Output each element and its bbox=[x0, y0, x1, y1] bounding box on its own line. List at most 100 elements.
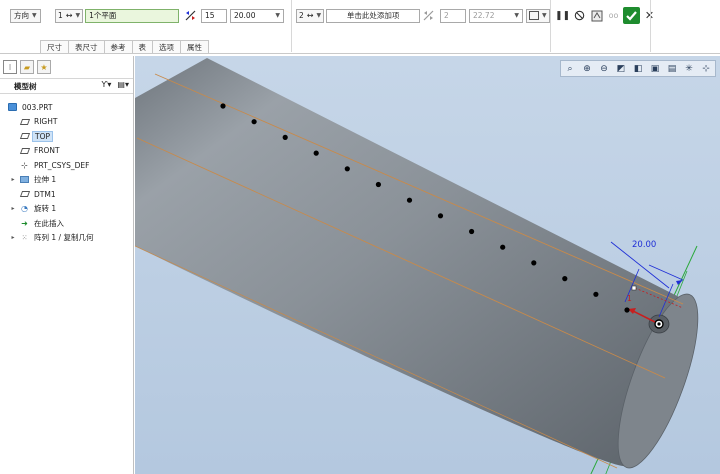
display-style-icon: ◧ bbox=[633, 64, 643, 74]
direction-1-count-dropdown[interactable]: 1 ↔ ▼ bbox=[55, 8, 84, 23]
direction-2-reference-field[interactable]: 单击此处添加项 bbox=[326, 8, 421, 23]
ok-button[interactable] bbox=[623, 7, 640, 24]
tree-item[interactable]: DTM1 bbox=[0, 187, 133, 202]
spacing-dimension-label[interactable]: 20.00 bbox=[632, 240, 656, 250]
expand-arrow-icon[interactable]: ▸ bbox=[9, 234, 17, 241]
favorites-tab[interactable]: ★ bbox=[37, 60, 51, 74]
chevron-down-icon: ▼ bbox=[32, 12, 37, 19]
spin-center-button[interactable]: ⊹ bbox=[698, 62, 714, 76]
pattern-member-point[interactable] bbox=[282, 134, 288, 140]
insert-here-icon: ➜ bbox=[21, 218, 28, 228]
zoom-out-icon: ⊖ bbox=[600, 64, 608, 74]
direction-number-label: 1 bbox=[627, 294, 632, 303]
tree-item[interactable]: ➜ 在此插入 bbox=[0, 216, 133, 231]
folder-browser-tab[interactable]: ▰ bbox=[20, 60, 34, 74]
pattern-type-dropdown[interactable]: 方向 ▼ bbox=[10, 7, 41, 24]
pattern-member-point[interactable] bbox=[437, 213, 444, 219]
expand-arrow-icon[interactable]: ▸ bbox=[9, 205, 17, 212]
pattern-member-point[interactable] bbox=[469, 228, 475, 235]
pattern-member-point[interactable] bbox=[344, 166, 350, 172]
direction-2-count-dropdown[interactable]: 2 ↔ ▼ bbox=[296, 8, 325, 23]
flip-direction-2-button[interactable] bbox=[421, 7, 436, 24]
pattern-member-point[interactable] bbox=[251, 119, 257, 125]
flip-direction-icon bbox=[421, 8, 436, 23]
direction-1-reference-field[interactable]: 1个平面 bbox=[85, 8, 180, 23]
refit-button[interactable]: ⌕ bbox=[562, 62, 578, 76]
tree-item[interactable]: TOP bbox=[0, 129, 133, 144]
datum-plane-icon bbox=[19, 146, 30, 156]
reference-type-dropdown[interactable]: ▼ bbox=[526, 7, 550, 24]
model-tree-tab[interactable]: ⁝ bbox=[3, 60, 17, 74]
repaint-button[interactable]: ◩ bbox=[613, 62, 629, 76]
navigator-tabs: ⁝ ▰ ★ bbox=[3, 60, 51, 74]
tree-item[interactable]: ▸ ⁙ 阵列 1 / 复制几何 bbox=[0, 231, 133, 246]
tab-table-dimensions[interactable]: 表尺寸 bbox=[68, 40, 105, 53]
dashboard-controls: 方向 ▼ 1 ↔ ▼ 1个平面 15 20.00 ▼ 2 ↔ ▼ 单击此处添加项… bbox=[0, 0, 720, 52]
flip-direction-1-button[interactable] bbox=[183, 7, 198, 24]
zoom-out-button[interactable]: ⊖ bbox=[596, 62, 612, 76]
view-manager-button[interactable]: ▤ bbox=[664, 62, 680, 76]
app-window: 方向 ▼ 1 ↔ ▼ 1个平面 15 20.00 ▼ 2 ↔ ▼ 单击此处添加项… bbox=[0, 0, 720, 474]
graphics-window[interactable]: 20.00 1 ⌕ ⊕ ⊖ ◩ ◧ ▣ ▤ ✳ ⊹ bbox=[135, 56, 720, 474]
pattern-member-point[interactable] bbox=[562, 276, 568, 282]
pattern-dashboard: 方向 ▼ 1 ↔ ▼ 1个平面 15 20.00 ▼ 2 ↔ ▼ 单击此处添加项… bbox=[0, 0, 720, 54]
member-count-2-input[interactable]: 2 bbox=[440, 8, 466, 23]
tree-item[interactable]: ▸ ◔ 旋转 1 bbox=[0, 202, 133, 217]
tab-references[interactable]: 参考 bbox=[103, 40, 133, 53]
drag-handle[interactable] bbox=[631, 285, 637, 291]
tab-properties[interactable]: 属性 bbox=[180, 40, 209, 53]
chevron-down-icon: ▼ bbox=[275, 12, 280, 19]
datum-display-button[interactable]: ✳ bbox=[681, 62, 697, 76]
spacing-2-dropdown[interactable]: 22.72 ▼ bbox=[469, 8, 523, 23]
pause-button[interactable]: ❚❚ bbox=[555, 8, 570, 23]
reference-square-icon bbox=[529, 11, 539, 20]
tree-item-label: 拉伸 1 bbox=[34, 175, 57, 185]
refit-icon: ⌕ bbox=[567, 64, 573, 74]
saved-views-icon: ▣ bbox=[650, 64, 660, 74]
extrude-icon bbox=[19, 175, 30, 185]
direction-2-group: 2 ↔ ▼ 单击此处添加项 bbox=[296, 7, 421, 24]
arrows-icon: ↔ bbox=[306, 11, 314, 20]
pattern-member-point[interactable] bbox=[220, 103, 226, 109]
pattern-member-point[interactable] bbox=[593, 291, 599, 297]
pattern-member-point[interactable] bbox=[375, 181, 381, 188]
no-preview-button[interactable] bbox=[572, 8, 587, 23]
saved-views-button[interactable]: ▣ bbox=[647, 62, 663, 76]
model-tree: 003.PRT RIGHT TOP FRONT ⊹ PRT_CSYS_DEF ▸ 拉伸 1 DT… bbox=[0, 100, 133, 245]
tree-item[interactable]: ⊹ PRT_CSYS_DEF bbox=[0, 158, 133, 173]
tree-item[interactable]: ▸ 拉伸 1 bbox=[0, 173, 133, 188]
tab-options[interactable]: 选项 bbox=[152, 40, 181, 53]
pattern-member-point[interactable] bbox=[500, 244, 506, 250]
tree-item[interactable]: FRONT bbox=[0, 144, 133, 159]
direction-2-index: 2 bbox=[299, 11, 304, 20]
pattern-member-point[interactable] bbox=[406, 197, 413, 203]
model-tree-tools: Ƴ▾ ▤▾ bbox=[101, 80, 129, 89]
zoom-in-button[interactable]: ⊕ bbox=[579, 62, 595, 76]
tree-item[interactable]: 003.PRT bbox=[0, 100, 133, 115]
tab-table[interactable]: 表 bbox=[131, 40, 153, 53]
favorites-icon: ★ bbox=[40, 62, 48, 72]
part-icon bbox=[7, 102, 18, 112]
flip-direction-icon bbox=[183, 8, 198, 23]
view-toolbar: ⌕ ⊕ ⊖ ◩ ◧ ▣ ▤ ✳ ⊹ bbox=[560, 60, 716, 77]
preview-button[interactable] bbox=[589, 8, 604, 23]
tab-dimensions[interactable]: 尺寸 bbox=[40, 40, 69, 53]
pattern-member-point[interactable] bbox=[624, 307, 630, 313]
tree-show-button[interactable]: ▤▾ bbox=[117, 80, 129, 89]
tree-settings-button[interactable]: Ƴ▾ bbox=[101, 80, 111, 89]
member-count-1-input[interactable]: 15 bbox=[201, 8, 227, 23]
tree-item[interactable]: RIGHT bbox=[0, 115, 133, 130]
chevron-down-icon: ▼ bbox=[316, 12, 322, 19]
glasses-button[interactable]: oo bbox=[606, 8, 621, 23]
pause-icon: ❚❚ bbox=[554, 10, 571, 21]
csys-icon: ⊹ bbox=[21, 160, 28, 170]
settings-icon: Ƴ▾ bbox=[101, 80, 112, 89]
datum-display-icon: ✳ bbox=[685, 64, 693, 74]
expand-arrow-icon[interactable]: ▸ bbox=[9, 176, 17, 183]
tree-icon: ⁝ bbox=[8, 62, 12, 72]
separator bbox=[650, 0, 651, 52]
display-style-button[interactable]: ◧ bbox=[630, 62, 646, 76]
pattern-member-point[interactable] bbox=[531, 260, 537, 266]
spacing-1-dropdown[interactable]: 20.00 ▼ bbox=[230, 8, 284, 23]
pattern-member-point[interactable] bbox=[313, 150, 319, 156]
